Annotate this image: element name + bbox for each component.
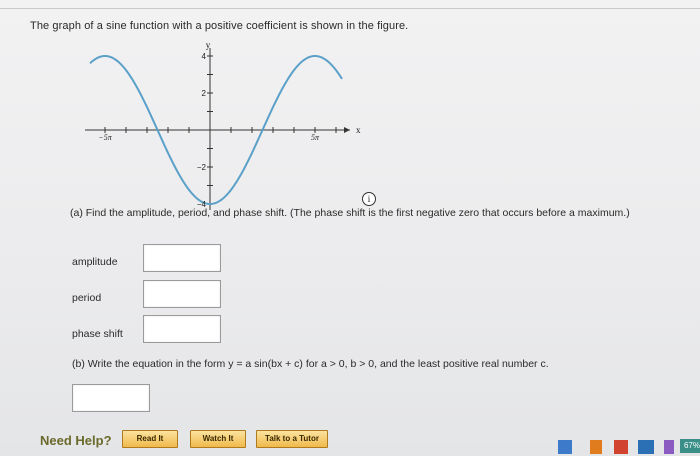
- taskbar: 67%: [540, 436, 700, 456]
- app-icon-blue[interactable]: [558, 440, 572, 454]
- x-tick-label: −5π: [98, 133, 112, 142]
- question-sheet: The graph of a sine function with a posi…: [0, 0, 700, 456]
- period-input[interactable]: [143, 280, 221, 308]
- x-tick-label: 5π: [311, 133, 320, 142]
- amplitude-input[interactable]: [143, 244, 221, 272]
- talk-to-tutor-button[interactable]: Talk to a Tutor: [256, 430, 328, 448]
- period-label: period: [72, 292, 102, 304]
- app-icon-purple[interactable]: [664, 440, 674, 454]
- y-tick-label: 2: [202, 89, 207, 98]
- sine-graph: yx42−2−4−5π5π10π: [85, 40, 361, 210]
- watch-it-button[interactable]: Watch It: [190, 430, 246, 448]
- y-tick-label: 4: [202, 52, 207, 61]
- app-icon-word[interactable]: [638, 440, 654, 454]
- graph-axes: [85, 48, 350, 210]
- x-axis-arrow: [344, 127, 350, 133]
- phase-shift-label: phase shift: [72, 328, 123, 340]
- app-icon-red[interactable]: [614, 440, 628, 454]
- battery-indicator: 67%: [680, 439, 700, 453]
- part-a-prompt: (a) Find the amplitude, period, and phas…: [70, 207, 630, 219]
- phase-shift-input[interactable]: [143, 315, 221, 343]
- part-b-prompt: (b) Write the equation in the form y = a…: [72, 358, 549, 370]
- equation-input[interactable]: [72, 384, 150, 412]
- need-help-label: Need Help?: [40, 433, 112, 448]
- amplitude-label: amplitude: [72, 256, 118, 268]
- graph-labels: yx42−2−4−5π5π10π: [98, 40, 361, 209]
- read-it-button[interactable]: Read It: [122, 430, 178, 448]
- info-icon[interactable]: i: [362, 192, 376, 206]
- app-icon-orange[interactable]: [590, 440, 602, 454]
- divider: [0, 8, 700, 9]
- y-tick-label: −2: [197, 163, 207, 172]
- y-axis-label: y: [206, 40, 211, 50]
- x-axis-label: x: [356, 125, 361, 135]
- question-intro: The graph of a sine function with a posi…: [30, 20, 409, 32]
